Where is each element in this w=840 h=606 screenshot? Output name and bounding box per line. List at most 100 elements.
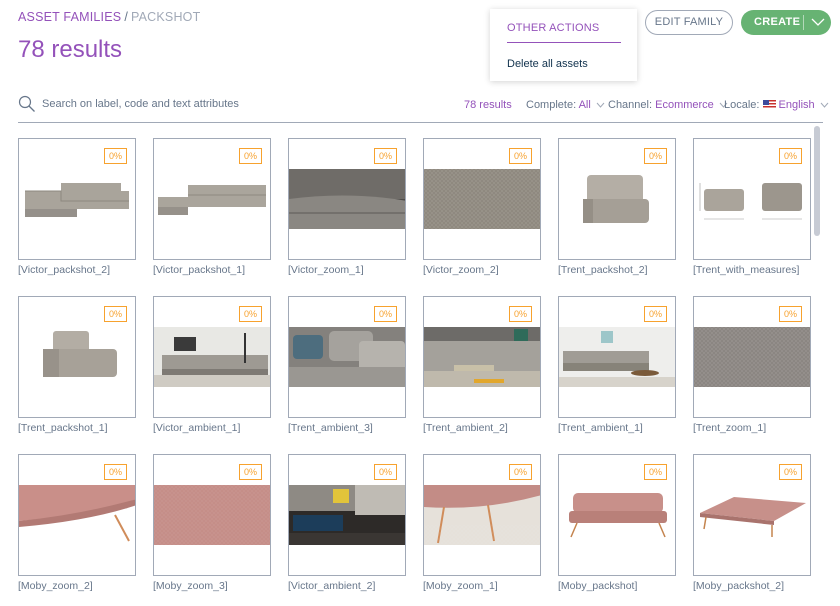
asset-card[interactable]: 0% [Victor_zoom_1]	[288, 138, 408, 276]
asset-thumbnail[interactable]: 0%	[423, 454, 541, 576]
asset-card[interactable]: 0% [Moby_zoom_1]	[423, 454, 543, 592]
chevron-down-icon[interactable]	[810, 14, 826, 30]
delete-all-assets-item[interactable]: Delete all assets	[507, 58, 588, 70]
completeness-badge: 0%	[778, 306, 802, 322]
asset-thumbnail[interactable]: 0%	[18, 138, 136, 260]
asset-card[interactable]: 0% [Trent_ambient_3]	[288, 296, 408, 434]
asset-preview-image	[19, 327, 135, 387]
breadcrumb-current: PACKSHOT	[131, 10, 201, 24]
asset-card[interactable]: 0% [Moby_packshot_2]	[693, 454, 813, 592]
asset-label[interactable]: [Moby_zoom_2]	[18, 580, 138, 592]
create-button-label: CREATE	[754, 16, 801, 28]
asset-thumbnail[interactable]: 0%	[558, 296, 676, 418]
asset-preview-image	[289, 169, 405, 229]
asset-card[interactable]: 0% [Trent_ambient_2]	[423, 296, 543, 434]
asset-card[interactable]: 0% [Victor_zoom_2]	[423, 138, 543, 276]
asset-thumbnail[interactable]: 0%	[558, 454, 676, 576]
locale-filter-label: Locale:	[724, 99, 760, 111]
asset-preview-image	[694, 169, 810, 229]
search-icon	[18, 95, 35, 112]
asset-thumbnail[interactable]: 0%	[153, 296, 271, 418]
asset-thumbnail[interactable]: 0%	[558, 138, 676, 260]
asset-thumbnail[interactable]: 0%	[153, 454, 271, 576]
us-flag-icon	[762, 99, 776, 109]
asset-thumbnail[interactable]: 0%	[153, 138, 271, 260]
locale-filter-value: English	[778, 99, 815, 111]
other-actions-title[interactable]: OTHER ACTIONS	[507, 22, 599, 34]
asset-thumbnail[interactable]: 0%	[693, 454, 811, 576]
asset-preview-image	[559, 169, 675, 229]
asset-label[interactable]: [Victor_zoom_1]	[288, 264, 408, 276]
asset-label[interactable]: [Victor_ambient_2]	[288, 580, 408, 592]
asset-card[interactable]: 0% [Victor_ambient_2]	[288, 454, 408, 592]
completeness-filter-label: Complete:	[526, 99, 577, 111]
asset-thumbnail[interactable]: 0%	[288, 454, 406, 576]
asset-label[interactable]: [Trent_ambient_2]	[423, 422, 543, 434]
completeness-badge: 0%	[508, 148, 532, 164]
asset-label[interactable]: [Victor_packshot_1]	[153, 264, 273, 276]
locale-filter[interactable]: Locale: English	[724, 99, 829, 111]
channel-filter-value: Ecommerce	[655, 99, 714, 111]
channel-filter[interactable]: Channel: Ecommerce	[608, 99, 728, 111]
asset-thumbnail[interactable]: 0%	[18, 296, 136, 418]
asset-preview-image	[424, 169, 540, 229]
asset-preview-image	[289, 327, 405, 387]
search-input[interactable]	[42, 94, 462, 114]
asset-label[interactable]: [Trent_packshot_2]	[558, 264, 678, 276]
completeness-badge: 0%	[508, 306, 532, 322]
create-button[interactable]: CREATE	[741, 10, 831, 35]
asset-thumbnail[interactable]: 0%	[288, 296, 406, 418]
asset-label[interactable]: [Moby_packshot]	[558, 580, 678, 592]
asset-preview-image	[424, 485, 540, 545]
asset-label[interactable]: [Trent_ambient_3]	[288, 422, 408, 434]
asset-card[interactable]: 0% [Moby_zoom_3]	[153, 454, 273, 592]
asset-label[interactable]: [Victor_packshot_2]	[18, 264, 138, 276]
asset-preview-image	[559, 327, 675, 387]
asset-preview-image	[154, 169, 270, 229]
asset-card[interactable]: 0% [Trent_packshot_2]	[558, 138, 678, 276]
asset-preview-image	[154, 485, 270, 545]
asset-card[interactable]: 0% [Trent_zoom_1]	[693, 296, 813, 434]
asset-label[interactable]: [Moby_zoom_1]	[423, 580, 543, 592]
chevron-down-icon	[596, 102, 605, 108]
asset-preview-image	[289, 485, 405, 545]
asset-thumbnail[interactable]: 0%	[693, 296, 811, 418]
asset-label[interactable]: [Trent_with_measures]	[693, 264, 813, 276]
completeness-badge: 0%	[103, 306, 127, 322]
asset-label[interactable]: [Moby_packshot_2]	[693, 580, 813, 592]
asset-label[interactable]: [Trent_zoom_1]	[693, 422, 813, 434]
asset-card[interactable]: 0% [Victor_packshot_1]	[153, 138, 273, 276]
menu-divider	[507, 42, 621, 43]
asset-thumbnail[interactable]: 0%	[288, 138, 406, 260]
breadcrumb-asset-families-link[interactable]: ASSET FAMILIES	[18, 10, 121, 24]
completeness-badge: 0%	[373, 148, 397, 164]
asset-preview-image	[424, 327, 540, 387]
completeness-badge: 0%	[508, 464, 532, 480]
edit-family-button[interactable]: EDIT FAMILY	[645, 10, 733, 35]
asset-label[interactable]: [Moby_zoom_3]	[153, 580, 273, 592]
completeness-badge: 0%	[373, 306, 397, 322]
asset-card[interactable]: 0% [Victor_ambient_1]	[153, 296, 273, 434]
asset-label[interactable]: [Victor_zoom_2]	[423, 264, 543, 276]
asset-label[interactable]: [Trent_ambient_1]	[558, 422, 678, 434]
asset-card[interactable]: 0% [Trent_with_measures]	[693, 138, 813, 276]
other-actions-dropdown: OTHER ACTIONS Delete all assets	[490, 9, 637, 81]
channel-filter-label: Channel:	[608, 99, 653, 111]
asset-thumbnail[interactable]: 0%	[693, 138, 811, 260]
asset-label[interactable]: [Trent_packshot_1]	[18, 422, 138, 434]
asset-thumbnail[interactable]: 0%	[423, 138, 541, 260]
completeness-badge: 0%	[238, 306, 262, 322]
page-title: 78 results	[18, 36, 123, 63]
completeness-filter[interactable]: Complete: All	[526, 99, 605, 111]
asset-preview-image	[694, 485, 810, 545]
asset-thumbnail[interactable]: 0%	[18, 454, 136, 576]
asset-card[interactable]: 0% [Moby_zoom_2]	[18, 454, 138, 592]
asset-card[interactable]: 0% [Victor_packshot_2]	[18, 138, 138, 276]
asset-thumbnail[interactable]: 0%	[423, 296, 541, 418]
asset-card[interactable]: 0% [Trent_ambient_1]	[558, 296, 678, 434]
search-bar: 78 results Complete: All Channel: Ecomme…	[18, 92, 829, 123]
asset-card[interactable]: 0% [Trent_packshot_1]	[18, 296, 138, 434]
asset-card[interactable]: 0% [Moby_packshot]	[558, 454, 678, 592]
asset-label[interactable]: [Victor_ambient_1]	[153, 422, 273, 434]
completeness-badge: 0%	[778, 464, 802, 480]
